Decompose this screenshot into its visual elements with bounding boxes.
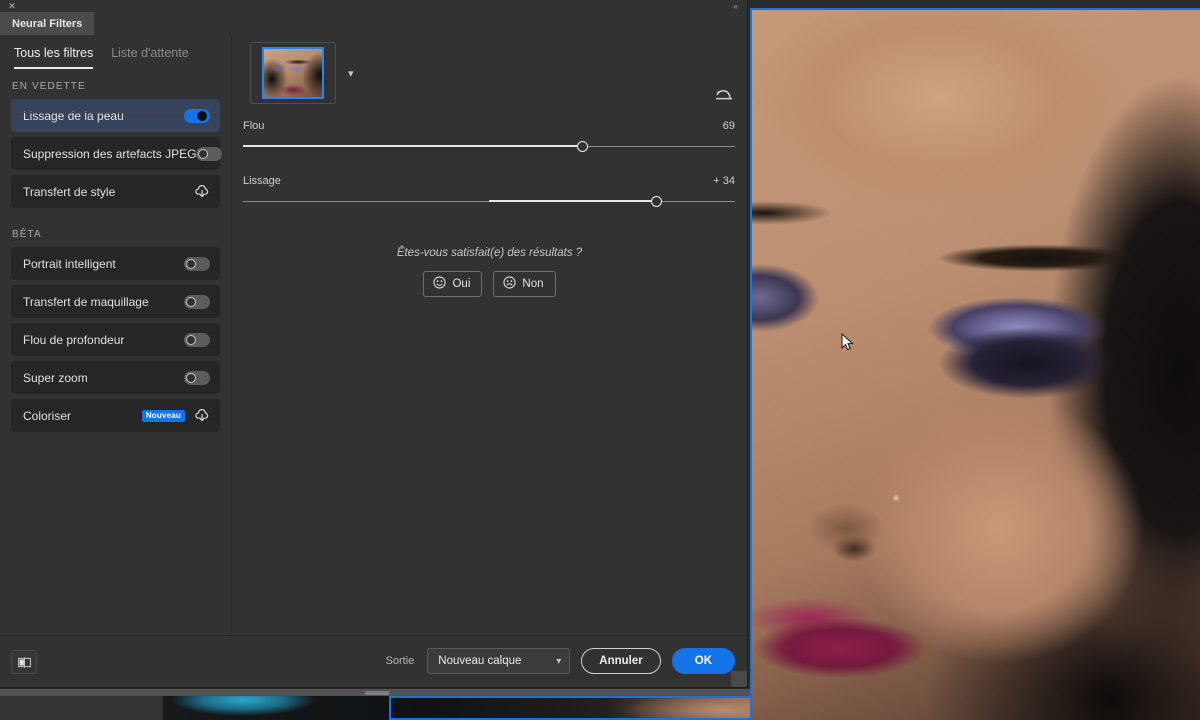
- tab-liste-attente[interactable]: Liste d'attente: [111, 46, 188, 65]
- chevron-down-icon: ▾: [556, 655, 562, 667]
- satisfaction-question: Êtes-vous satisfait(e) des résultats ?: [396, 247, 583, 259]
- satisfaction-buttons: Oui Non: [232, 271, 747, 297]
- filter-row-lissage-de-la-peau[interactable]: Lissage de la peau: [11, 99, 220, 132]
- group-label-featured: EN VEDETTE: [12, 81, 86, 92]
- thumbnail-image: [264, 49, 322, 97]
- filter-label: Flou de profondeur: [23, 332, 125, 347]
- panel-tab-neural-filters[interactable]: Neural Filters: [0, 12, 95, 35]
- slider-track-lissage[interactable]: [243, 196, 735, 208]
- satisfaction-no-label: Non: [522, 278, 544, 290]
- split-view-icon[interactable]: [11, 650, 37, 674]
- slider-header: Lissage + 34: [243, 175, 735, 187]
- document-selection-outline: [389, 696, 750, 720]
- filter-label: Portrait intelligent: [23, 256, 116, 271]
- tab-label: Liste d'attente: [111, 46, 189, 60]
- toggle-knob: [197, 110, 207, 121]
- satisfaction-no-button[interactable]: Non: [493, 271, 556, 297]
- close-icon[interactable]: ✕: [6, 0, 18, 12]
- panel-tabstrip: Neural Filters: [0, 12, 747, 35]
- dialog-body: Tous les filtres Liste d'attente EN VEDE…: [0, 35, 854, 635]
- filter-toggle-flou-de-profondeur[interactable]: [184, 332, 210, 347]
- filter-row-transfert-de-style[interactable]: Transfert de style: [11, 175, 220, 208]
- portrait-photo: [752, 10, 1200, 720]
- panel-tab-label: Neural Filters: [12, 17, 83, 30]
- collapse-panel-icon[interactable]: «: [728, 1, 742, 12]
- slider-track-flou[interactable]: [243, 141, 735, 153]
- filter-toggle-transfert-de-maquillage[interactable]: [184, 294, 210, 309]
- output-label: Sortie: [385, 655, 415, 667]
- ok-button[interactable]: OK: [671, 648, 735, 674]
- footer-actions: Sortie Nouveau calque ▾ Annuler OK: [386, 648, 735, 674]
- satisfaction-prompt: Êtes-vous satisfait(e) des résultats ? O…: [232, 247, 747, 297]
- slider-value: 69: [722, 120, 735, 132]
- filter-toggle-suppression-artefacts-jpeg[interactable]: [196, 146, 223, 161]
- slider-handle-lissage[interactable]: [650, 196, 662, 207]
- filter-list-featured: Lissage de la peau Suppression des artef…: [0, 99, 231, 208]
- filter-label: Coloriser: [23, 408, 72, 423]
- chevron-down-icon[interactable]: ▾: [348, 67, 354, 80]
- slider-flou: Flou 69: [243, 120, 735, 153]
- filter-settings-pane: ▾ Flou 69 Lissage + 34 Êtes-vous satisfa…: [232, 35, 854, 635]
- output-select[interactable]: Nouveau calque ▾: [427, 648, 571, 674]
- filter-toggle-super-zoom[interactable]: [184, 370, 210, 385]
- slider-lissage: Lissage + 34: [243, 175, 735, 208]
- slider-track-fill: [243, 145, 583, 147]
- filter-row-flou-de-profondeur[interactable]: Flou de profondeur: [11, 323, 220, 356]
- cloud-download-icon[interactable]: [194, 184, 210, 199]
- filter-tabs: Tous les filtres Liste d'attente: [0, 35, 231, 69]
- document-canvas[interactable]: [750, 8, 1200, 720]
- slider-value: + 34: [713, 175, 735, 187]
- cancel-button[interactable]: Annuler: [581, 648, 661, 674]
- filter-label: Transfert de style: [23, 184, 116, 199]
- satisfaction-yes-button[interactable]: Oui: [423, 271, 483, 297]
- slider-label: Flou: [243, 120, 265, 132]
- group-label-beta: BÊTA: [12, 229, 42, 240]
- thumbnail-frame: [250, 42, 336, 104]
- filter-row-portrait-intelligent[interactable]: Portrait intelligent: [11, 247, 220, 280]
- satisfaction-yes-label: Oui: [452, 278, 471, 290]
- slider-group: Flou 69 Lissage + 34: [243, 120, 735, 230]
- workspace-gutter: [0, 696, 163, 720]
- preset-thumbnail-area: ▾: [250, 42, 354, 104]
- filter-row-transfert-de-maquillage[interactable]: Transfert de maquillage: [11, 285, 220, 318]
- toggle-knob: [198, 148, 209, 159]
- tab-tous-les-filtres[interactable]: Tous les filtres: [14, 46, 94, 69]
- slider-handle-flou[interactable]: [576, 141, 588, 152]
- smiley-happy-icon: [433, 276, 447, 292]
- filters-sidebar: Tous les filtres Liste d'attente EN VEDE…: [0, 35, 232, 635]
- dialog-resize-grip[interactable]: [731, 671, 747, 687]
- preset-thumbnail[interactable]: [262, 47, 324, 99]
- slider-label: Lissage: [243, 175, 281, 187]
- dialog-titlebar: ✕ «: [0, 0, 747, 12]
- filter-label: Transfert de maquillage: [23, 294, 149, 309]
- smiley-sad-icon: [503, 276, 516, 292]
- toggle-knob: [186, 372, 196, 383]
- filter-toggle-lissage-de-la-peau[interactable]: [184, 108, 210, 123]
- dialog-footer: Sortie Nouveau calque ▾ Annuler OK: [0, 635, 747, 687]
- slider-track-fill: [489, 200, 657, 202]
- filter-toggle-portrait-intelligent[interactable]: [184, 256, 210, 271]
- neural-filters-dialog: ✕ « Neural Filters Tous les filtres List…: [0, 0, 854, 688]
- cloud-download-icon[interactable]: [194, 408, 210, 423]
- status-badge-nouveau: Nouveau: [141, 409, 185, 422]
- toggle-knob: [186, 296, 196, 307]
- reset-icon[interactable]: [713, 83, 735, 105]
- filter-label: Lissage de la peau: [23, 108, 124, 123]
- filter-list-beta: Portrait intelligent Transfert de maquil…: [0, 247, 231, 432]
- toggle-knob: [186, 258, 196, 269]
- screen-root: ✕ « Neural Filters Tous les filtres List…: [0, 0, 1200, 720]
- toggle-knob: [186, 334, 196, 345]
- filter-row-coloriser[interactable]: Coloriser Nouveau: [11, 399, 220, 432]
- slider-header: Flou 69: [243, 120, 735, 132]
- scrollbar-grip[interactable]: [365, 691, 389, 695]
- filter-label: Suppression des artefacts JPEG: [23, 146, 197, 161]
- filter-row-suppression-artefacts-jpeg[interactable]: Suppression des artefacts JPEG: [11, 137, 223, 170]
- tab-label: Tous les filtres: [14, 46, 94, 60]
- filter-label: Super zoom: [23, 370, 88, 385]
- filter-row-super-zoom[interactable]: Super zoom: [11, 361, 220, 394]
- output-select-value: Nouveau calque: [438, 655, 522, 667]
